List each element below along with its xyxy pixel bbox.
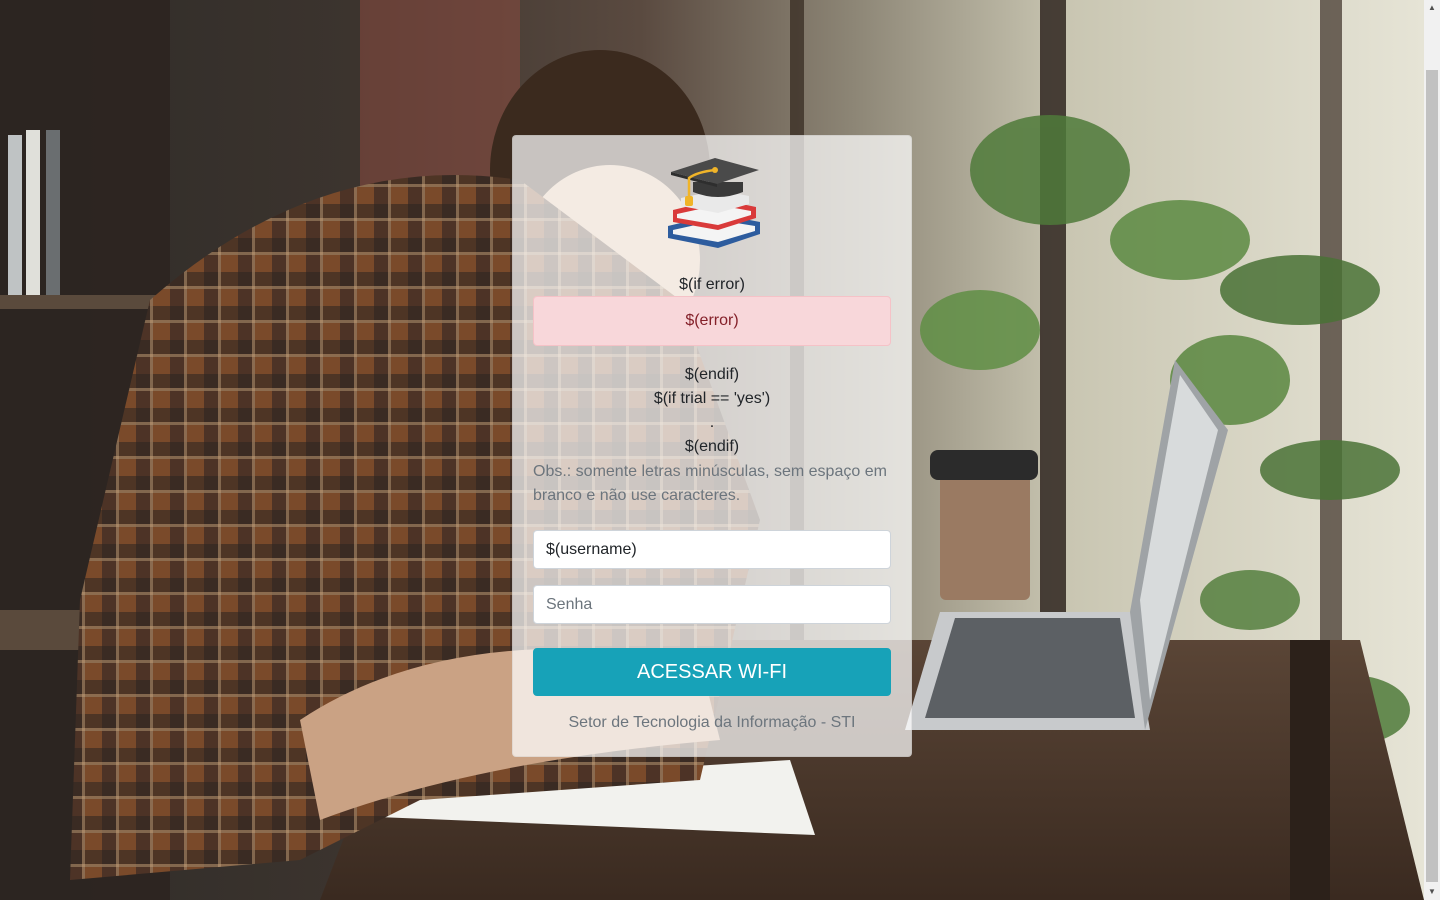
username-input[interactable] xyxy=(533,530,891,569)
scroll-thumb[interactable] xyxy=(1426,70,1438,882)
password-input[interactable] xyxy=(533,585,891,624)
login-page: ▲ ▼ $(if error) $(error) $(endif) $(if t… xyxy=(0,0,1440,900)
page-scrollbar[interactable]: ▲ ▼ xyxy=(1424,0,1440,900)
if-trial-text: $(if trial == 'yes') xyxy=(653,390,771,407)
endif-text: $(endif) xyxy=(684,366,740,383)
error-alert: $(error) xyxy=(533,296,891,346)
graduation-cap-books-icon xyxy=(668,158,760,248)
scroll-up-arrow-icon[interactable]: ▲ xyxy=(1424,0,1440,16)
trial-dot-text: . xyxy=(709,414,715,431)
login-card: $(if error) $(error) $(endif) $(if trial… xyxy=(512,135,912,757)
if-error-text: $(if error) xyxy=(679,276,745,293)
scroll-down-arrow-icon[interactable]: ▼ xyxy=(1424,884,1440,900)
endif-text-2: $(endif) xyxy=(684,438,740,455)
username-hint-text: Obs.: somente letras minúsculas, sem esp… xyxy=(533,463,887,504)
access-wifi-button[interactable]: ACESSAR WI-FI xyxy=(533,648,891,696)
footer-text: Setor de Tecnologia da Informação - STI xyxy=(568,714,856,731)
